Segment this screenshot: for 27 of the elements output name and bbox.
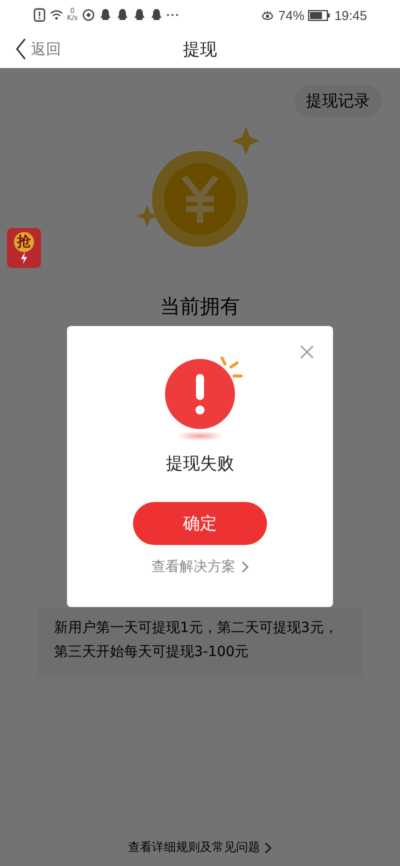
penguin-icon bbox=[150, 8, 163, 22]
close-icon[interactable] bbox=[299, 344, 315, 360]
battery-percent: 74% bbox=[278, 8, 304, 22]
solution-link[interactable]: 查看解决方案 bbox=[152, 558, 248, 576]
dialog-message: 提现失败 bbox=[166, 453, 234, 475]
sim-alert-icon bbox=[33, 8, 46, 22]
confirm-button[interactable]: 确定 bbox=[133, 502, 267, 545]
battery-icon bbox=[308, 10, 330, 20]
chevron-left-icon bbox=[15, 38, 27, 60]
chevron-right-icon bbox=[264, 842, 272, 854]
rules-link[interactable]: 查看详细规则及常见问题 bbox=[128, 839, 272, 856]
clock-time: 19:45 bbox=[334, 8, 367, 22]
wifi-icon bbox=[50, 8, 63, 22]
penguin-icon bbox=[98, 8, 112, 22]
records-button[interactable]: 提现记录 bbox=[294, 85, 382, 117]
chevron-right-icon bbox=[240, 561, 248, 573]
envelope-label: 抢 bbox=[14, 232, 34, 252]
penguin-icon bbox=[116, 8, 129, 22]
page-title: 提现 bbox=[183, 38, 217, 60]
penguin-icon bbox=[132, 8, 146, 22]
back-button[interactable]: 返回 bbox=[15, 38, 61, 60]
circle-app-icon bbox=[82, 8, 95, 22]
eye-icon bbox=[261, 8, 274, 22]
envelope-button[interactable]: 抢 bbox=[7, 228, 41, 268]
lightning-icon bbox=[20, 252, 28, 264]
balance-label: 当前拥有 bbox=[160, 293, 240, 320]
notice-text: 新用户第一天可提现1元，第二天可提现3元，第三天开始每天可提现3-100元 bbox=[38, 608, 362, 676]
